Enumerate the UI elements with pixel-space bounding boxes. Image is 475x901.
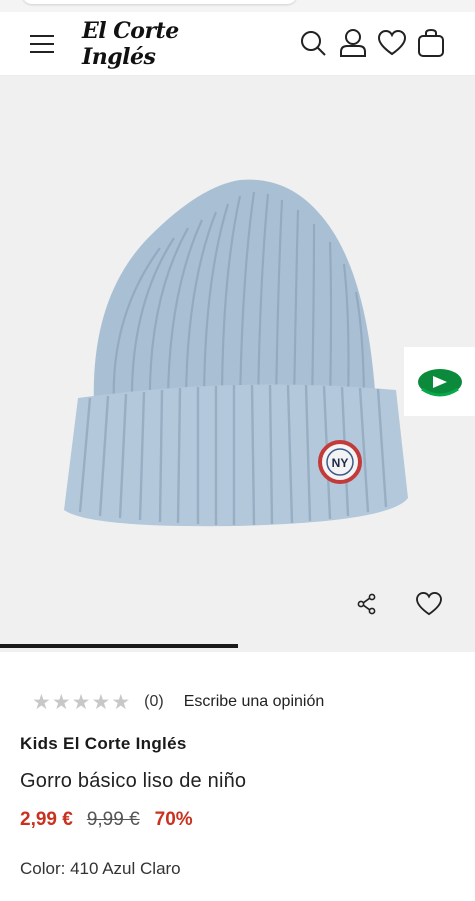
review-count: (0) [144, 693, 164, 710]
heart-icon [416, 592, 442, 616]
cart-button[interactable] [414, 26, 448, 60]
star-icon: ★ [32, 689, 51, 714]
account-button[interactable] [336, 26, 370, 60]
play-arrow-icon [417, 368, 462, 396]
star-icon: ★ [111, 689, 131, 714]
product-title: Gorro básico liso de niño [20, 770, 247, 792]
user-icon [340, 29, 366, 57]
shopping-bag-icon [418, 28, 444, 57]
rating-row: ★ ★ ★ ★ ★ (0) Escribe una opinión [32, 688, 324, 716]
discount-badge: 70% [154, 809, 193, 830]
wishlist-button[interactable] [375, 26, 409, 60]
star-icon: ★ [71, 689, 91, 714]
current-price: 2,99 € [20, 809, 73, 830]
selected-color: Color: 410 Azul Claro [20, 859, 181, 878]
original-price: 9,99 € [86, 809, 140, 830]
hat-patch-label: NY [332, 456, 349, 470]
add-to-favorites-button[interactable] [408, 583, 450, 625]
search-button[interactable] [296, 26, 330, 60]
menu-icon [30, 35, 54, 53]
price-row: 2,99 € 9,99 € 70% [20, 809, 193, 831]
address-bar-edge [22, 0, 297, 4]
product-gallery: NY [0, 76, 475, 652]
menu-button[interactable] [24, 26, 60, 62]
gallery-progress [0, 644, 475, 648]
rating-stars[interactable]: ★ ★ ★ ★ ★ [32, 689, 131, 714]
product-image[interactable]: NY [50, 176, 425, 536]
write-review-link[interactable]: Escribe una opinión [184, 693, 325, 711]
share-icon [357, 593, 376, 615]
heart-icon [378, 30, 406, 56]
site-header: El Corte Inglés [0, 12, 475, 76]
product-brand[interactable]: Kids El Corte Inglés [20, 734, 187, 754]
search-icon [301, 31, 326, 56]
ad-badge[interactable] [404, 347, 475, 416]
star-icon: ★ [91, 689, 111, 714]
browser-chrome-remnant [0, 0, 475, 12]
star-icon: ★ [51, 689, 71, 714]
share-button[interactable] [346, 583, 388, 625]
site-logo[interactable]: El Corte Inglés [82, 18, 242, 70]
gallery-progress-fill [0, 644, 238, 648]
